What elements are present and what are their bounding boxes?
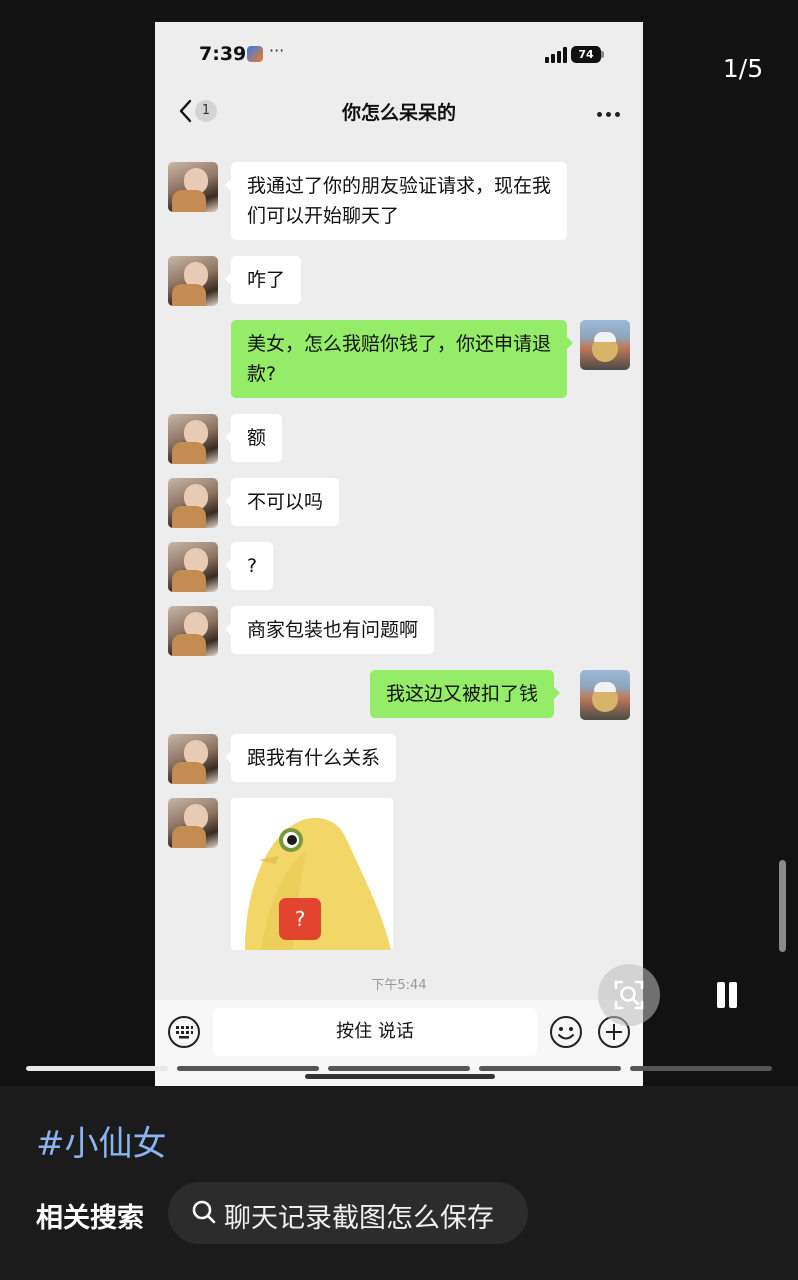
related-search-label: 相关搜索 xyxy=(36,1203,144,1234)
emoji-icon[interactable] xyxy=(549,1015,583,1049)
progress-segment-active[interactable] xyxy=(26,1066,168,1071)
home-indicator xyxy=(305,1074,495,1079)
image-viewer: 1/5 7:39 ··· 74 1 你怎么呆呆的 我通过了你的朋友验证请求，现在… xyxy=(0,0,798,1280)
contact-avatar[interactable] xyxy=(168,606,218,656)
yellow-bird-sticker-icon: ? xyxy=(245,817,391,950)
message-bubble[interactable]: 咋了 xyxy=(224,256,302,304)
keyboard-icon[interactable] xyxy=(167,1015,201,1049)
status-bar: 7:39 ··· 74 xyxy=(155,22,643,82)
contact-avatar[interactable] xyxy=(168,798,218,848)
message-timestamp: 下午5:44 xyxy=(371,978,427,993)
message-bubble[interactable]: ? xyxy=(224,542,274,590)
related-search-text: 聊天记录截图怎么保存 xyxy=(224,1203,494,1234)
message-bubble[interactable]: 跟我有什么关系 xyxy=(224,734,397,782)
progress-segment[interactable] xyxy=(630,1066,772,1071)
contact-avatar[interactable] xyxy=(168,162,218,212)
image-search-button[interactable] xyxy=(598,964,660,1026)
my-avatar[interactable] xyxy=(580,670,630,720)
status-dots: ··· xyxy=(269,41,285,60)
contact-avatar[interactable] xyxy=(168,256,218,306)
signal-icon xyxy=(545,47,567,63)
contact-avatar[interactable] xyxy=(168,542,218,592)
related-search-chip[interactable]: 聊天记录截图怎么保存 xyxy=(168,1182,528,1244)
search-icon xyxy=(192,1200,216,1224)
chat-screenshot: 7:39 ··· 74 1 你怎么呆呆的 我通过了你的朋友验证请求，现在我们可以… xyxy=(155,22,643,1086)
contact-avatar[interactable] xyxy=(168,478,218,528)
message-bubble[interactable]: 我通过了你的朋友验证请求，现在我们可以开始聊天了 xyxy=(225,162,567,240)
app-notification-icon xyxy=(247,46,263,62)
scrollbar-thumb[interactable] xyxy=(779,860,786,952)
contact-avatar[interactable] xyxy=(168,414,218,464)
progress-segment[interactable] xyxy=(328,1066,470,1071)
unread-badge: 1 xyxy=(195,100,217,122)
progress-segment[interactable] xyxy=(479,1066,621,1071)
gallery-progress xyxy=(26,1066,772,1071)
sticker-question-mark: ? xyxy=(295,907,306,931)
back-chevron-icon[interactable] xyxy=(175,96,197,126)
battery-icon: 74 xyxy=(571,46,601,63)
message-bubble[interactable]: 美女，怎么我赔你钱了，你还申请退款? xyxy=(231,320,573,398)
message-bubble[interactable]: 商家包装也有问题啊 xyxy=(224,606,435,654)
more-options-icon[interactable] xyxy=(595,112,623,118)
chat-title: 你怎么呆呆的 xyxy=(341,102,456,124)
message-bubble[interactable]: 我这边又被扣了钱 xyxy=(370,670,561,718)
hashtag-link[interactable]: #小仙女 xyxy=(36,1116,167,1165)
image-search-icon xyxy=(614,980,644,1010)
pause-icon[interactable] xyxy=(710,978,744,1012)
sticker-image[interactable]: ? xyxy=(231,798,393,950)
post-footer: #小仙女 相关搜索 聊天记录截图怎么保存 xyxy=(0,1086,798,1280)
page-counter: 1/5 xyxy=(722,54,764,83)
message-list: 我通过了你的朋友验证请求，现在我们可以开始聊天了 咋了 美女，怎么我赔你钱了，你… xyxy=(155,140,643,1000)
progress-segment[interactable] xyxy=(177,1066,319,1071)
chat-nav-bar: 1 你怎么呆呆的 xyxy=(155,82,643,140)
contact-avatar[interactable] xyxy=(168,734,218,784)
my-avatar[interactable] xyxy=(580,320,630,370)
message-bubble[interactable]: 额 xyxy=(224,414,283,462)
status-time: 7:39 xyxy=(199,43,247,65)
message-bubble[interactable]: 不可以吗 xyxy=(224,478,340,526)
hold-to-talk-button[interactable]: 按住 说话 xyxy=(213,1008,537,1056)
battery-tip xyxy=(601,51,604,58)
